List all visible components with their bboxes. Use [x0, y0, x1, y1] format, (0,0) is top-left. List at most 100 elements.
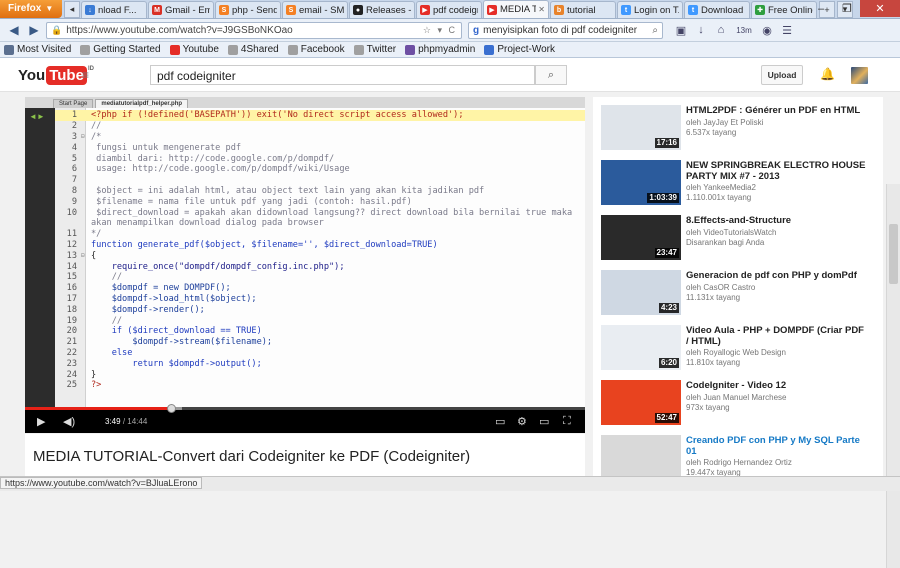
- code-text: fungsi untuk mengenerate pdf: [91, 142, 242, 153]
- clock-badge: 13m: [736, 25, 752, 35]
- channel-name[interactable]: oleh VideoTutorialsWatch: [686, 228, 776, 238]
- video-player[interactable]: Start Page mediatutorialpdf_helper.php ◄►…: [25, 97, 585, 433]
- tab-label: Releases - d...: [366, 4, 411, 16]
- back-button[interactable]: ◀: [4, 21, 24, 39]
- menu-icon[interactable]: ☰: [777, 24, 797, 37]
- tab-9[interactable]: tDownload t...: [684, 1, 750, 18]
- page-scrollbar[interactable]: [886, 184, 900, 568]
- related-video-title[interactable]: Video Aula - PHP + DOMPDF (Criar PDF / H…: [686, 325, 866, 347]
- code-line: 6 usage: http://code.google.com/p/dompdf…: [55, 164, 585, 175]
- gear-icon: [4, 44, 14, 55]
- addon-icon[interactable]: ◉: [757, 24, 777, 37]
- tab-5[interactable]: ▶pdf codeign...: [416, 1, 482, 18]
- search-icon[interactable]: ⌕: [652, 25, 658, 36]
- related-video-item[interactable]: 1:03:39 NEW SPRINGBREAK ELECTRO HOUSE PAR…: [601, 160, 881, 208]
- related-video-title[interactable]: Creando PDF con PHP y My SQL Parte 01: [686, 435, 866, 457]
- related-video-title[interactable]: 8.Effects-and-Structure: [686, 215, 866, 226]
- download-icon[interactable]: ↓: [691, 24, 711, 36]
- browser-search-box[interactable]: g menyisipkan foto di pdf codeigniter ⌕: [468, 21, 663, 39]
- related-video-title[interactable]: CodeIgniter - Video 12: [686, 380, 866, 391]
- video-thumbnail[interactable]: 4:23: [601, 270, 681, 315]
- video-thumbnail[interactable]: 17:16: [601, 105, 681, 150]
- bookmark-item[interactable]: Getting Started: [80, 44, 161, 55]
- forward-button[interactable]: ▶: [24, 21, 44, 39]
- code-line: 23 return $dompdf->output();: [55, 358, 585, 369]
- channel-name[interactable]: oleh YankeeMedia2: [686, 183, 756, 193]
- video-thumbnail[interactable]: 6:20: [601, 325, 681, 370]
- notifications-bell-icon[interactable]: 🔔: [820, 67, 835, 81]
- channel-name[interactable]: oleh JayJay Et Poliski: [686, 118, 763, 128]
- avatar[interactable]: [851, 67, 868, 84]
- page-icon: [287, 44, 298, 55]
- related-video-item[interactable]: 23:47 8.Effects-and-Structure oleh VideoTu…: [601, 215, 881, 263]
- tab-4[interactable]: ●Releases - d...: [349, 1, 415, 18]
- play-icon[interactable]: ▶: [37, 415, 45, 428]
- video-thumbnail[interactable]: 1:03:39: [601, 160, 681, 205]
- tab-3[interactable]: Semail - SMT...: [282, 1, 348, 18]
- subtitles-icon[interactable]: ▭: [495, 415, 505, 428]
- tab-1[interactable]: MGmail - Em...: [148, 1, 214, 18]
- fullscreen-icon[interactable]: ⛶: [563, 415, 571, 428]
- tab-favicon-icon: S: [219, 5, 229, 15]
- video-progress-bar[interactable]: [25, 404, 585, 413]
- related-video-title[interactable]: NEW SPRINGBREAK ELECTRO HOUSE PARTY MIX …: [686, 160, 866, 182]
- video-thumbnail[interactable]: [601, 435, 681, 480]
- firefox-menu-button[interactable]: Firefox ▼: [0, 0, 62, 18]
- related-video-item[interactable]: 4:23 Generacion de pdf con PHP y domPdf ol…: [601, 270, 881, 318]
- code-line: 19 //: [55, 315, 585, 326]
- minimize-button[interactable]: –: [808, 0, 834, 17]
- bookmark-item[interactable]: Twitter: [353, 44, 396, 55]
- tab-strip: ↓nload F...MGmail - Em...Sphp - Sendi...…: [80, 0, 817, 18]
- youtube-search-button[interactable]: ⌕: [535, 65, 567, 85]
- related-video-title[interactable]: HTML2PDF : Générer un PDF en HTML: [686, 105, 866, 116]
- bookmark-item[interactable]: Youtube: [169, 44, 219, 55]
- related-video-item[interactable]: 6:20 Video Aula - PHP + DOMPDF (Criar PDF…: [601, 325, 881, 373]
- close-window-button[interactable]: ✕: [860, 0, 900, 17]
- tab-2[interactable]: Sphp - Sendi...: [215, 1, 281, 18]
- theater-mode-icon[interactable]: ▭: [539, 415, 549, 428]
- youtube-search-input[interactable]: pdf codeigniter: [150, 65, 535, 85]
- bookmark-item[interactable]: Most Visited: [4, 44, 71, 55]
- bookmark-item[interactable]: Project-Work: [484, 44, 555, 55]
- code-line: 22 else: [55, 348, 585, 359]
- channel-name[interactable]: oleh CasOR Castro: [686, 283, 755, 293]
- restore-button[interactable]: ❐: [834, 0, 860, 17]
- settings-gear-icon[interactable]: ⚙: [517, 415, 527, 428]
- volume-icon[interactable]: ◀): [63, 415, 75, 428]
- code-text: $object = ini adalah html, atau object t…: [91, 185, 485, 196]
- channel-name[interactable]: oleh Juan Manuel Marchese: [686, 393, 787, 403]
- bookmark-label: Most Visited: [17, 44, 72, 55]
- guide-menu-icon[interactable]: ≡: [82, 68, 89, 82]
- scrubber-handle[interactable]: [166, 404, 176, 413]
- bookmark-item[interactable]: 4Shared: [227, 44, 279, 55]
- code-line: 3 ⊟ /*: [55, 132, 585, 143]
- scrollbar-thumb[interactable]: [889, 224, 898, 284]
- code-text: if ($direct_download == TRUE): [91, 326, 262, 337]
- bookmark-label: phpmyadmin: [418, 44, 476, 55]
- related-video-item[interactable]: 17:16 HTML2PDF : Générer un PDF en HTML ol…: [601, 105, 881, 153]
- channel-name[interactable]: oleh Rodrigo Hernandez Ortiz: [686, 458, 792, 468]
- related-video-title[interactable]: Generacion de pdf con PHP y domPdf: [686, 270, 866, 281]
- close-tab-icon[interactable]: ✕: [538, 5, 545, 14]
- bookmark-item[interactable]: phpmyadmin: [405, 44, 475, 55]
- code-line: 14 require_once("dompdf/dompdf_config.in…: [55, 261, 585, 272]
- search-engine-icon[interactable]: g: [473, 25, 479, 36]
- line-number: 23: [66, 358, 77, 369]
- channel-name[interactable]: oleh Royallogic Web Design: [686, 348, 786, 358]
- bookmark-item[interactable]: Facebook: [287, 44, 345, 55]
- tab-6[interactable]: ▶MEDIA T...✕: [483, 0, 549, 18]
- home-icon[interactable]: ⌂: [711, 24, 731, 36]
- tab-8[interactable]: tLogin on T...: [617, 1, 683, 18]
- tab-scroll-left-button[interactable]: ◂: [64, 1, 80, 18]
- tab-0[interactable]: ↓ nload F...: [81, 1, 147, 18]
- video-thumbnail[interactable]: 23:47: [601, 215, 681, 260]
- related-video-item[interactable]: 52:47 CodeIgniter - Video 12 oleh Juan Man…: [601, 380, 881, 428]
- url-bar[interactable]: 🔒 https://www.youtube.com/watch?v=J9GSBo…: [46, 21, 462, 39]
- bookmarks-icon[interactable]: ▣: [671, 24, 691, 37]
- tab-7[interactable]: b tutorial: [550, 1, 616, 18]
- reload-icon[interactable]: ☆ ▾ C: [423, 25, 457, 36]
- video-frame[interactable]: Start Page mediatutorialpdf_helper.php ◄►…: [25, 97, 585, 407]
- video-thumbnail[interactable]: 52:47: [601, 380, 681, 425]
- fold-marker-icon: ⊟: [81, 252, 85, 260]
- upload-button[interactable]: Upload: [761, 65, 803, 85]
